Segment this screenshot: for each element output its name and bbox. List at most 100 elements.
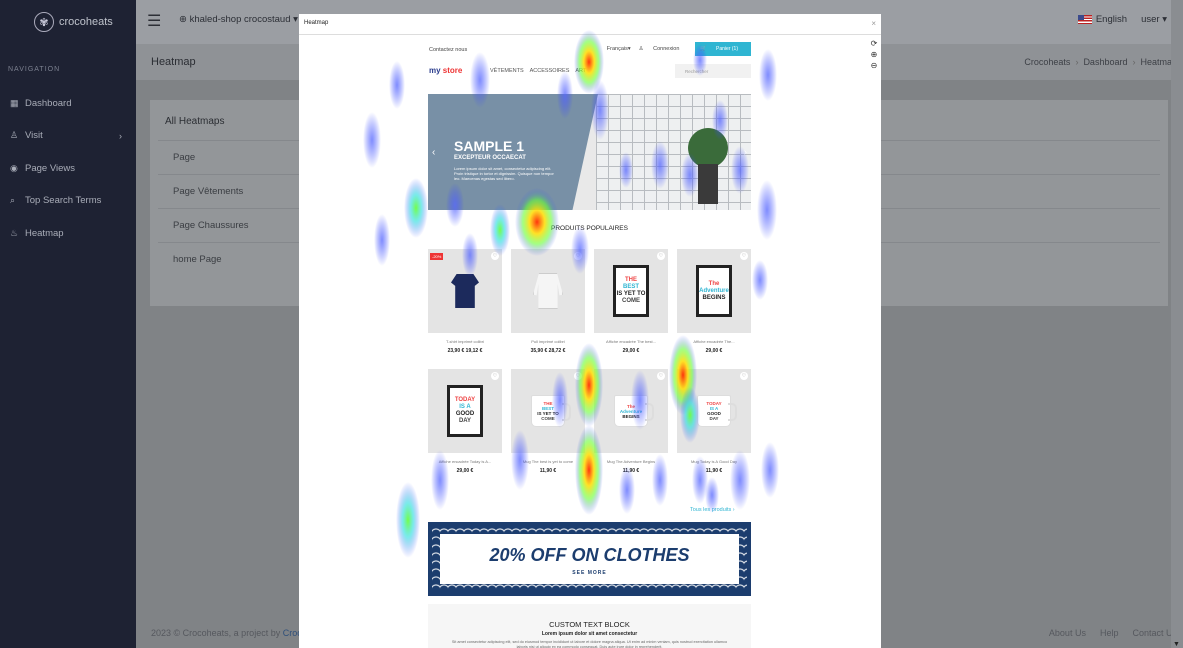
product-card[interactable]: TODAY IS A GOOD DAY ♡ Mug Today is A Good Day… — [677, 369, 751, 479]
site-search-input[interactable]: Rechercher — [675, 64, 751, 78]
product-image[interactable]: ♡ -20% — [428, 249, 502, 333]
breadcrumb-separator: › — [1075, 57, 1079, 67]
sidebar-item-label: Visit — [25, 130, 43, 142]
site-menu: VÊTEMENTS ACCESSOIRES ART — [490, 68, 592, 74]
banner-inner: 20% OFF ON CLOTHES SEE MORE — [440, 534, 739, 584]
shop-selector[interactable]: ⊕ khaled-shop crocostaud ▾ — [179, 14, 298, 25]
custom-block-subtitle: Lorem ipsum dolor sit amet consectetur — [541, 631, 638, 637]
logo-part: my — [429, 66, 441, 75]
product-image[interactable]: THE BEST IS YET TO COME ♡ — [594, 249, 668, 333]
product-image[interactable]: The Adventure BEGINS ♡ — [594, 369, 668, 453]
wishlist-heart-icon[interactable]: ♡ — [740, 252, 748, 260]
footer-link-about[interactable]: About Us — [1049, 628, 1086, 638]
wishlist-heart-icon[interactable]: ♡ — [740, 372, 748, 380]
sidebar-item-visit[interactable]: ♙ Visit › — [0, 120, 136, 153]
product-image[interactable]: TODAY IS A GOOD DAY ♡ — [677, 369, 751, 453]
wishlist-heart-icon[interactable]: ♡ — [657, 372, 665, 380]
product-name[interactable]: Affiche encadrée The... — [677, 339, 751, 344]
site-topbar-right: Français▾ ♙ Connexion 🛒 Panier (1) — [607, 42, 751, 56]
breadcrumb-item[interactable]: Dashboard — [1083, 57, 1127, 67]
breadcrumb-separator: › — [1132, 57, 1136, 67]
product-price: 35,90 € 28,72 € — [530, 348, 566, 354]
all-products-link[interactable]: Tous les produits › — [690, 507, 735, 513]
product-image[interactable]: TODAY IS A GOOD DAY ♡ — [428, 369, 502, 453]
site-logo[interactable]: my store — [429, 66, 462, 75]
nav-heading: NAVIGATION — [8, 66, 61, 73]
product-name[interactable]: Affiche encadrée The best... — [594, 339, 668, 344]
contact-link[interactable]: Contactez nous — [429, 47, 467, 53]
cart-label: Panier (1) — [716, 46, 738, 52]
product-name[interactable]: Affiche encadrée Today is A... — [428, 459, 502, 464]
product-card[interactable]: The Adventure BEGINS ♡ Mug The Adventure Beg… — [594, 369, 668, 479]
slide-title: SAMPLE 1 — [454, 138, 525, 154]
zoom-out-icon[interactable]: ⊖ — [871, 60, 878, 71]
scrollbar[interactable]: ▼ — [1171, 0, 1183, 648]
site-language[interactable]: Français▾ — [607, 46, 631, 52]
cart-button[interactable]: 🛒 Panier (1) — [695, 42, 751, 56]
nav-list: ▦ Dashboard ♙ Visit › ◉ Page Views ⌕ Top Search … — [0, 87, 136, 250]
mug-artwork: The Adventure BEGINS — [614, 395, 654, 427]
sidebar-item-dashboard[interactable]: ▦ Dashboard — [0, 87, 136, 120]
sweat-artwork — [533, 273, 563, 309]
breadcrumb-item[interactable]: Crocoheats — [1024, 57, 1070, 67]
product-image[interactable]: The Adventure BEGINS ♡ — [677, 249, 751, 333]
sidebar-item-heatmap[interactable]: ♨ Heatmap — [0, 217, 136, 250]
scroll-down-icon[interactable]: ▼ — [1173, 641, 1180, 648]
artwork-text: DAY — [709, 416, 719, 421]
product-name[interactable]: Pull imprimé colibri — [511, 339, 585, 344]
slide-subtitle: EXCEPTEUR OCCAECAT — [454, 155, 526, 161]
artwork-text: BEST — [622, 284, 639, 290]
product-card[interactable]: The Adventure BEGINS ♡ Affiche encadrée The.… — [677, 249, 751, 359]
menu-item[interactable]: VÊTEMENTS — [490, 68, 524, 74]
plant-image — [683, 112, 733, 172]
menu-item[interactable]: ART — [575, 68, 586, 74]
product-name[interactable]: Mug The Adventure Begins — [594, 459, 668, 464]
product-card[interactable]: THE BEST IS YET TO COME ♡ Mug The best is yet… — [511, 369, 585, 479]
slide-next-icon[interactable]: › — [744, 147, 747, 158]
wishlist-heart-icon[interactable]: ♡ — [574, 372, 582, 380]
custom-block-body: Sit amet consectetur adipiscing elit, se… — [451, 640, 728, 648]
product-image[interactable]: THE BEST IS YET TO COME ♡ — [511, 369, 585, 453]
menu-toggle-icon[interactable]: ☰ — [147, 11, 161, 31]
menu-item[interactable]: ACCESSOIRES — [530, 68, 570, 74]
sidebar: ✾ crocoheats NAVIGATION ▦ Dashboard ♙ Visit ›… — [0, 0, 136, 648]
login-link[interactable]: ♙ Connexion — [639, 46, 688, 52]
sidebar-item-label: Heatmap — [25, 227, 64, 239]
refresh-icon[interactable]: ⟳ — [871, 38, 878, 49]
frame-artwork: THE BEST IS YET TO COME — [613, 265, 649, 317]
search-icon: ⌕ — [10, 195, 16, 206]
wishlist-heart-icon[interactable]: ♡ — [657, 252, 665, 260]
zoom-in-icon[interactable]: ⊕ — [871, 49, 878, 60]
product-card[interactable]: ♡ -20% T-shirt imprimé colibri 23,90 € 19,1… — [428, 249, 502, 359]
user-icon: ♙ — [638, 46, 646, 52]
discount-badge: -20% — [430, 253, 444, 260]
language-selector[interactable]: English — [1077, 14, 1127, 25]
product-image[interactable]: ♡ — [511, 249, 585, 333]
product-name[interactable]: T-shirt imprimé colibri — [428, 339, 502, 344]
frame-artwork: The Adventure BEGINS — [696, 265, 732, 317]
chevron-right-icon: › — [119, 130, 122, 141]
promo-banner[interactable]: 20% OFF ON CLOTHES SEE MORE — [428, 522, 751, 596]
sidebar-item-page-views[interactable]: ◉ Page Views — [0, 152, 136, 185]
product-card[interactable]: ♡ Pull imprimé colibri 35,90 € 28,72 € — [511, 249, 585, 359]
product-price: 11,90 € — [539, 468, 557, 474]
banner-cta[interactable]: SEE MORE — [440, 570, 739, 576]
brand[interactable]: ✾ crocoheats — [0, 0, 136, 44]
wishlist-heart-icon[interactable]: ♡ — [491, 372, 499, 380]
product-card[interactable]: TODAY IS A GOOD DAY ♡ Affiche encadrée Today … — [428, 369, 502, 479]
copyright: 2023 © Crocoheats, a project by Croco — [151, 628, 307, 638]
product-card[interactable]: THE BEST IS YET TO COME ♡ Affiche encadrée Th… — [594, 249, 668, 359]
close-icon[interactable]: × — [871, 19, 876, 28]
globe-icon: ⊕ — [179, 14, 190, 25]
footer-link-help[interactable]: Help — [1100, 628, 1119, 638]
slide-prev-icon[interactable]: ‹ — [432, 147, 435, 158]
wishlist-heart-icon[interactable]: ♡ — [491, 252, 499, 260]
us-flag-icon — [1077, 15, 1092, 24]
product-name[interactable]: Mug The best is yet to come — [511, 459, 585, 464]
wishlist-heart-icon[interactable]: ♡ — [574, 252, 582, 260]
product-name[interactable]: Mug Today is A Good Day — [677, 459, 751, 464]
banner-headline: 20% OFF ON CLOTHES — [489, 545, 690, 565]
sidebar-item-top-search-terms[interactable]: ⌕ Top Search Terms — [0, 185, 136, 218]
user-menu[interactable]: user ▾ — [1141, 14, 1167, 25]
artwork-text: THE — [625, 277, 637, 283]
